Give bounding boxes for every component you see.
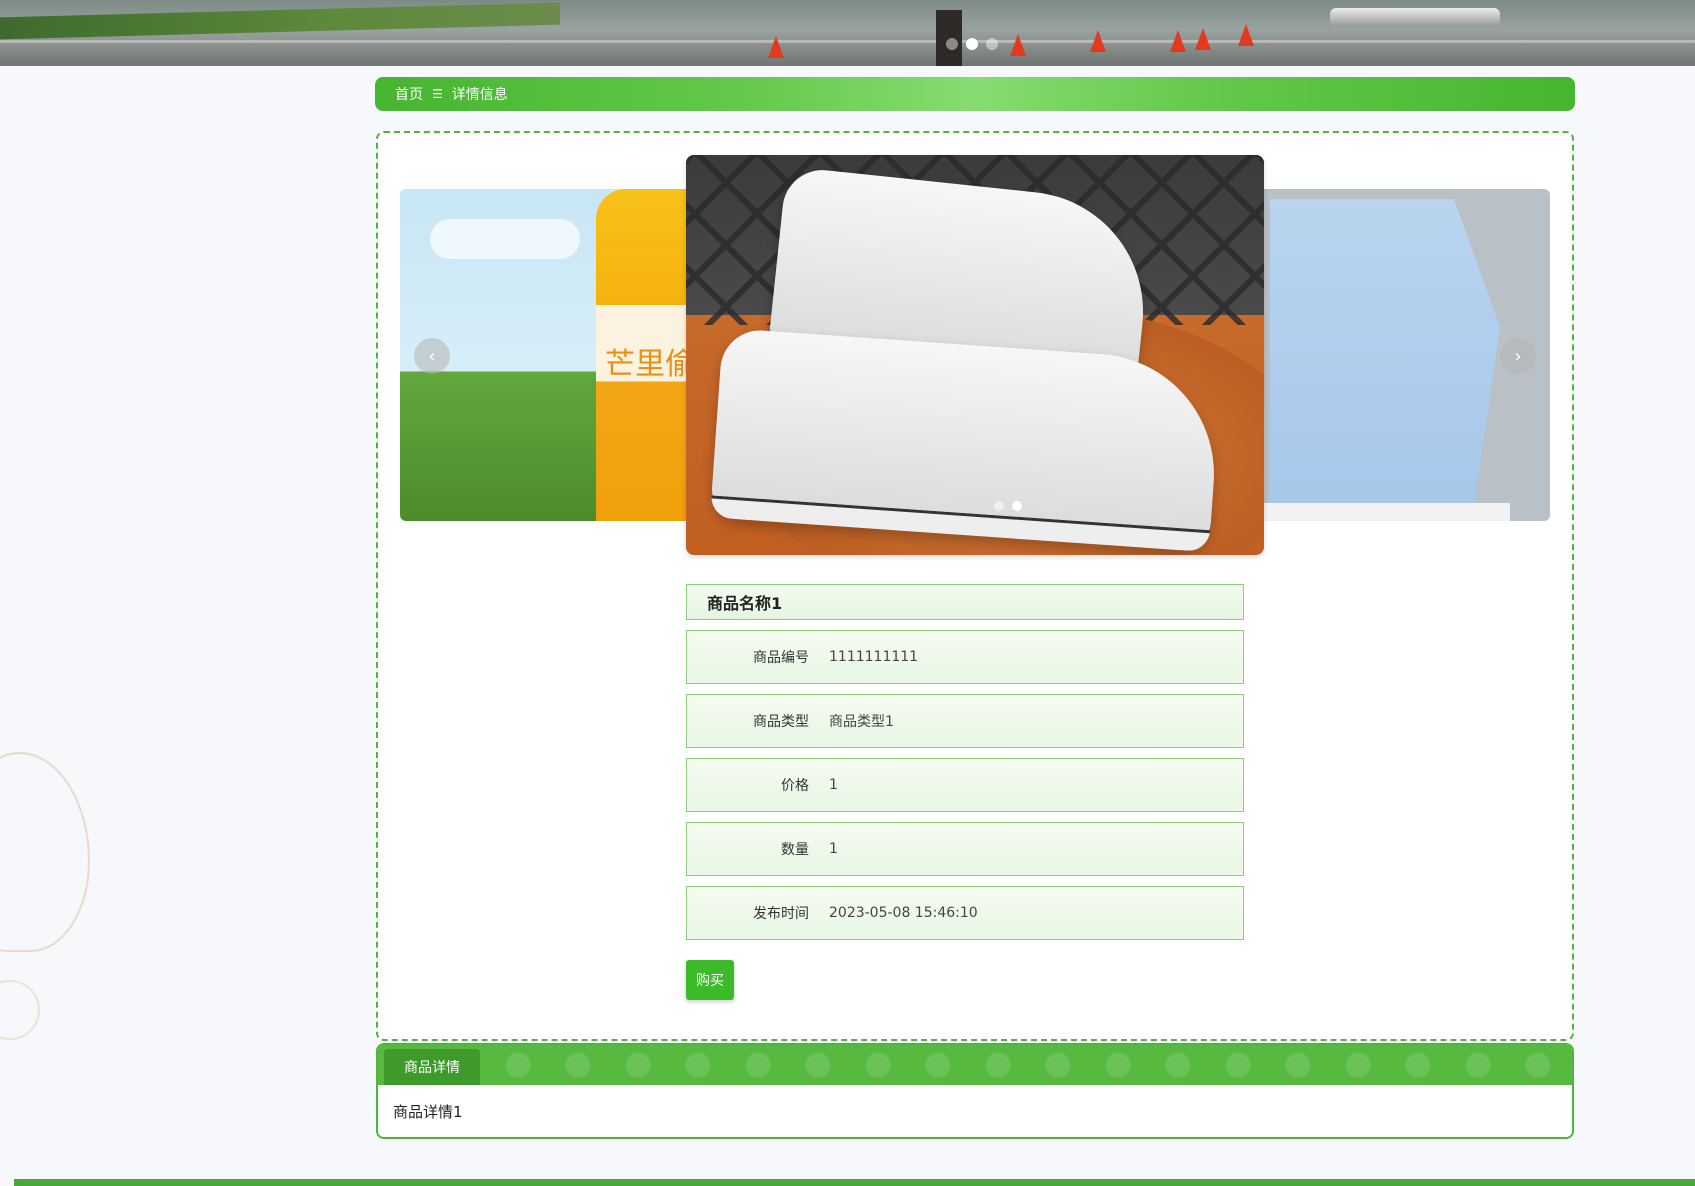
info-label: 商品编号 bbox=[753, 650, 809, 666]
product-detail-panel: 芒里偷 ‹ › 商品名称1 商品编号 1111111111 商品类型 商品类型1… bbox=[376, 131, 1574, 1041]
info-row-quantity: 数量 1 bbox=[686, 822, 1244, 876]
breadcrumb-current: 详情信息 bbox=[451, 87, 508, 103]
slide-dot-1[interactable] bbox=[994, 501, 1004, 511]
footer-bar bbox=[14, 1179, 1695, 1186]
traffic-cone-icon bbox=[1195, 28, 1211, 50]
banner-carousel-dots bbox=[946, 38, 998, 50]
info-label: 发布时间 bbox=[753, 906, 809, 922]
shirt-image bbox=[1270, 199, 1500, 519]
decorative-flower-outline-small bbox=[0, 980, 40, 1040]
buy-button[interactable]: 购买 bbox=[686, 960, 734, 1000]
info-row-price: 价格 1 bbox=[686, 758, 1244, 812]
chevron-right-icon: › bbox=[1514, 345, 1522, 367]
detail-tab-bar: 商品详情 bbox=[378, 1045, 1572, 1085]
info-value: 1 bbox=[829, 841, 838, 857]
info-label: 价格 bbox=[781, 778, 809, 794]
info-row-product-code: 商品编号 1111111111 bbox=[686, 630, 1244, 684]
info-value: 1111111111 bbox=[829, 649, 919, 665]
banner-lane bbox=[0, 40, 1695, 43]
info-value: 2023-05-08 15:46:10 bbox=[829, 905, 978, 921]
tab-product-detail[interactable]: 商品详情 bbox=[384, 1049, 480, 1085]
info-label: 数量 bbox=[781, 842, 809, 858]
breadcrumb-separator: ☰ bbox=[432, 87, 443, 101]
info-row-product-type: 商品类型 商品类型1 bbox=[686, 694, 1244, 748]
juice-bottle-label: 芒里偷 bbox=[605, 347, 695, 382]
banner-dot-2[interactable] bbox=[966, 38, 978, 50]
traffic-cone-icon bbox=[1170, 30, 1186, 52]
decorative-flower-outline bbox=[0, 752, 90, 952]
carousel-slide-shoes[interactable] bbox=[686, 155, 1264, 555]
banner-dot-1[interactable] bbox=[946, 38, 958, 50]
slide-dots bbox=[994, 501, 1022, 511]
traffic-cone-icon bbox=[1238, 24, 1254, 46]
breadcrumb: 首页 ☰ 详情信息 bbox=[375, 77, 1575, 111]
banner-grass bbox=[0, 2, 560, 40]
cloud-shape bbox=[430, 219, 580, 259]
banner-dot-3[interactable] bbox=[986, 38, 998, 50]
shirt-frill bbox=[1250, 503, 1510, 521]
product-detail-section: 商品详情 商品详情1 bbox=[376, 1043, 1574, 1139]
product-title: 商品名称1 bbox=[686, 584, 1244, 620]
traffic-cone-icon bbox=[768, 36, 784, 58]
breadcrumb-home-link[interactable]: 首页 bbox=[395, 84, 423, 104]
banner-car bbox=[1330, 8, 1500, 26]
carousel-prev-button[interactable]: ‹ bbox=[414, 338, 450, 374]
traffic-cone-icon bbox=[1090, 30, 1106, 52]
detail-content: 商品详情1 bbox=[393, 1103, 463, 1121]
info-row-publish-time: 发布时间 2023-05-08 15:46:10 bbox=[686, 886, 1244, 940]
traffic-cone-icon bbox=[1010, 34, 1026, 56]
carousel-next-button[interactable]: › bbox=[1500, 338, 1536, 374]
info-value: 商品类型1 bbox=[829, 714, 894, 730]
info-value: 1 bbox=[829, 777, 838, 793]
slide-dot-2[interactable] bbox=[1012, 501, 1022, 511]
info-label: 商品类型 bbox=[753, 714, 809, 730]
top-banner bbox=[0, 0, 1695, 66]
chevron-left-icon: ‹ bbox=[428, 345, 436, 367]
